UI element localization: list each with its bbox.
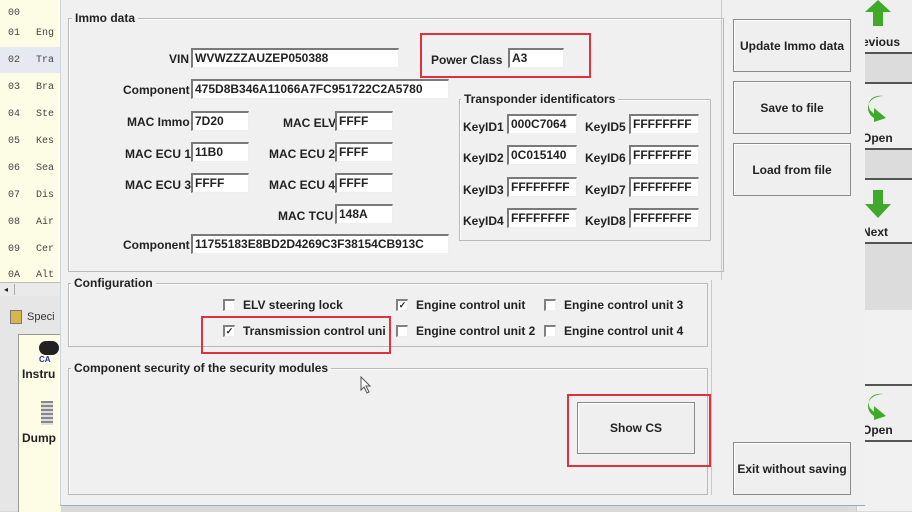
mac-elv-field[interactable]: FFFF <box>335 111 393 131</box>
scroll-left-icon[interactable]: ◂ <box>4 284 15 295</box>
keyid1-label: KeyID1 <box>463 120 504 134</box>
function-tiles: CA Instru Dump <box>18 334 61 512</box>
keyid7-label: KeyID7 <box>585 183 626 197</box>
mac-ecu1-field[interactable]: 11B0 <box>191 142 249 162</box>
checkbox-box[interactable] <box>396 325 408 337</box>
mac-immo-label: MAC Immo <box>127 115 190 129</box>
horizontal-scrollbar[interactable]: ◂ <box>0 282 60 297</box>
keyid6-label: KeyID6 <box>585 151 626 165</box>
dump-icon <box>41 401 53 425</box>
keyid8-field[interactable]: FFFFFFFF <box>629 208 699 228</box>
redo-arrow-icon <box>868 95 886 122</box>
checkbox-box[interactable] <box>223 299 235 311</box>
mac-immo-field[interactable]: 7D20 <box>191 111 249 131</box>
keyid5-label: KeyID5 <box>585 120 626 134</box>
keyid4-field[interactable]: FFFFFFFF <box>507 208 577 228</box>
list-item[interactable]: 08 Air <box>0 209 60 235</box>
power-class-field[interactable]: A3 <box>508 48 564 68</box>
vin-field[interactable]: WVWZZZAUZEP050388 <box>191 48 399 68</box>
list-item[interactable]: 01 Eng <box>0 20 60 46</box>
component-label-2: Component <box>123 238 190 252</box>
keyid3-label: KeyID3 <box>463 183 504 197</box>
engine-control-unit-2-checkbox[interactable]: Engine control unit 2 <box>396 324 535 338</box>
engine-control-unit-3-checkbox[interactable]: Engine control unit 3 <box>544 298 683 312</box>
list-item[interactable]: 07 Dis <box>0 182 60 208</box>
keyid4-label: KeyID4 <box>463 214 504 228</box>
keyid3-field[interactable]: FFFFFFFF <box>507 177 577 197</box>
mac-ecu2-label: MAC ECU 2 <box>269 147 336 161</box>
list-item[interactable]: 03 Bra <box>0 74 60 100</box>
configuration-title: Configuration <box>71 276 156 290</box>
mac-ecu4-label: MAC ECU 4 <box>269 178 336 192</box>
arrow-up-icon <box>865 0 891 26</box>
component-field-1[interactable]: 475D8B346A11066A7FC951722C2A5780 <box>191 79 449 99</box>
special-functions-label: Speci <box>27 311 55 323</box>
checkbox-box[interactable]: ✓ <box>223 325 235 337</box>
mac-ecu2-field[interactable]: FFFF <box>335 142 393 162</box>
engine-control-unit-checkbox[interactable]: ✓ Engine control unit <box>396 298 525 312</box>
list-item[interactable]: 09 Cer <box>0 236 60 262</box>
immo-dialog: Immo data VIN WVWZZZAUZEP050388 Power Cl… <box>60 0 865 506</box>
transmission-control-unit-checkbox[interactable]: ✓ Transmission control uni <box>223 324 386 338</box>
mac-ecu3-field[interactable]: FFFF <box>191 173 249 193</box>
car-icon <box>39 341 59 355</box>
show-cs-button[interactable]: Show CS <box>577 402 695 454</box>
load-from-file-button[interactable]: Load from file <box>733 143 851 196</box>
checkbox-box[interactable] <box>544 325 556 337</box>
save-to-file-button[interactable]: Save to file <box>733 81 851 134</box>
component-field-2[interactable]: 11755183E8BD2D4269C3F38154CB913C <box>191 234 449 254</box>
keyid6-field[interactable]: FFFFFFFF <box>629 145 699 165</box>
elv-steering-lock-checkbox[interactable]: ELV steering lock <box>223 298 343 312</box>
keyid8-label: KeyID8 <box>585 214 626 228</box>
mac-ecu1-label: MAC ECU 1 <box>125 147 192 161</box>
mouse-cursor-icon <box>360 376 372 394</box>
mac-elv-label: MAC ELV <box>283 116 337 130</box>
checkbox-box[interactable] <box>544 299 556 311</box>
keyid7-field[interactable]: FFFFFFFF <box>629 177 699 197</box>
mac-tcu-field[interactable]: 148A <box>335 204 393 224</box>
keyid1-field[interactable]: 000C7064 <box>507 114 577 134</box>
keyid2-label: KeyID2 <box>463 151 504 165</box>
update-immo-data-button[interactable]: Update Immo data <box>733 19 851 72</box>
instruments-tile[interactable]: Instru <box>22 367 55 381</box>
component-security-title: Component security of the security modul… <box>71 361 332 375</box>
component-label: Component <box>123 83 190 97</box>
immo-data-title: Immo data <box>72 11 139 25</box>
mac-ecu4-field[interactable]: FFFF <box>335 173 393 193</box>
exit-without-saving-button[interactable]: Exit without saving <box>733 442 851 495</box>
keyid2-field[interactable]: 0C015140 <box>507 145 577 165</box>
vin-label: VIN <box>169 52 190 66</box>
keyid5-field[interactable]: FFFFFFFF <box>629 114 699 134</box>
dump-tile[interactable]: Dump <box>22 431 56 445</box>
engine-control-unit-4-checkbox[interactable]: Engine control unit 4 <box>544 324 683 338</box>
module-list[interactable]: 00 01 Eng 02 Tra 03 Bra 04 Ste 05 Kes 06 Sea 0… <box>0 0 61 282</box>
mac-ecu3-label: MAC ECU 3 <box>125 178 192 192</box>
redo-arrow-icon <box>868 393 886 420</box>
transponder-title: Transponder identificators <box>461 92 619 106</box>
special-functions-panel: Speci CA Instru Dump <box>0 296 61 512</box>
mac-tcu-label: MAC TCU <box>278 209 334 223</box>
list-item[interactable]: 05 Kes <box>0 128 60 154</box>
list-item[interactable]: 02 Tra <box>0 47 60 73</box>
arrow-down-icon <box>865 190 891 218</box>
list-item[interactable]: 04 Ste <box>0 101 60 127</box>
checkbox-box[interactable]: ✓ <box>396 299 408 311</box>
lock-icon <box>10 310 22 324</box>
list-item[interactable]: 06 Sea <box>0 155 60 181</box>
power-class-label: Power Class <box>431 53 503 67</box>
